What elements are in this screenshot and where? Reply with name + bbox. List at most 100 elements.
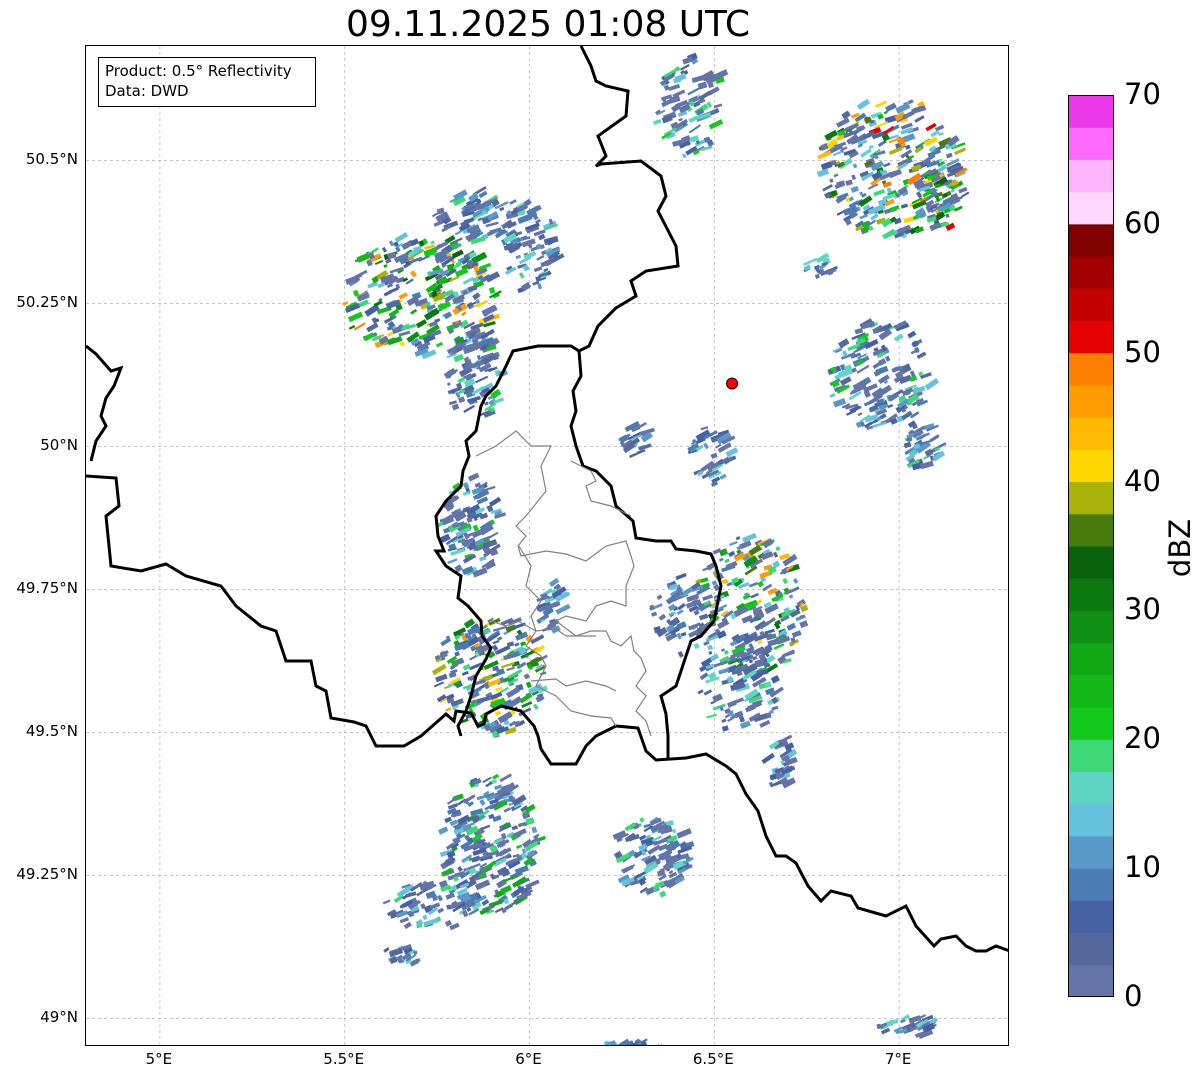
radar-map[interactable] xyxy=(85,45,1009,1046)
echo-pixel xyxy=(708,119,724,130)
echo-pixel xyxy=(651,611,658,617)
colorbar-swatch xyxy=(1068,835,1114,869)
echo-pixel xyxy=(503,807,512,813)
colorbar-tick-label: 50 xyxy=(1124,334,1161,369)
colorbar-swatch xyxy=(1068,578,1114,611)
echo-pixel xyxy=(700,145,713,152)
echo-pixel xyxy=(399,340,406,347)
colorbar-swatch xyxy=(1068,95,1114,128)
echo-pixel xyxy=(513,622,526,630)
echo-pixel xyxy=(850,185,859,193)
echo-pixel xyxy=(403,921,412,930)
echo-pixel xyxy=(506,666,515,672)
echo-pixel xyxy=(759,719,771,728)
echo-pixel xyxy=(492,644,499,652)
echo-pixel xyxy=(537,283,543,290)
echo-pixel xyxy=(382,899,391,905)
echo-pixel xyxy=(492,625,507,632)
echo-pixel xyxy=(438,826,449,835)
echo-pixel xyxy=(653,118,662,126)
echo-pixel xyxy=(354,269,368,279)
map-title: 09.11.2025 01:08 UTC xyxy=(345,4,751,45)
echo-pixel xyxy=(647,844,661,855)
echo-pixel xyxy=(658,613,667,621)
echo-pixel xyxy=(883,162,891,168)
colorbar-swatch xyxy=(1068,449,1114,483)
echo-pixel xyxy=(504,903,514,911)
echo-pixel xyxy=(515,844,523,849)
echo-pixel xyxy=(748,544,762,556)
echo-pixel xyxy=(454,267,469,278)
lon-tick-label: 6°E xyxy=(515,1050,542,1068)
colorbar-swatch xyxy=(1068,868,1114,901)
echo-pixel xyxy=(443,685,449,690)
echo-pixel xyxy=(494,710,502,716)
echo-pixel xyxy=(448,671,457,679)
colorbar-swatch xyxy=(1068,964,1114,997)
echo-pixel xyxy=(457,866,463,873)
echo-pixel xyxy=(347,311,364,323)
colorbar-swatch xyxy=(1068,900,1114,934)
echo-pixel xyxy=(929,434,940,443)
lat-tick-label: 49.25°N xyxy=(16,865,78,884)
colorbar-swatch xyxy=(1068,417,1114,450)
echo-pixel xyxy=(509,199,517,205)
colorbar-swatch xyxy=(1068,481,1114,515)
lat-tick-label: 50°N xyxy=(40,436,78,455)
echo-pixel xyxy=(842,350,848,358)
echo-pixel xyxy=(903,441,912,449)
echo-pixel xyxy=(525,817,535,826)
colorbar-tick-label: 70 xyxy=(1124,77,1161,111)
echo-pixel xyxy=(520,641,527,647)
echo-pixel xyxy=(702,594,714,601)
echo-pixel xyxy=(884,355,891,362)
colorbar-swatch xyxy=(1068,739,1114,772)
echo-pixel xyxy=(461,311,467,316)
echo-pixel xyxy=(887,403,894,409)
echo-pixel xyxy=(523,673,530,680)
echo-pixel xyxy=(945,213,950,218)
radar-site-marker xyxy=(726,377,739,390)
echo-pixel xyxy=(900,203,909,209)
echo-pixel xyxy=(431,663,447,676)
echo-pixel xyxy=(445,707,452,712)
echo-pixel xyxy=(859,213,869,220)
colorbar-swatch xyxy=(1068,642,1114,676)
echo-pixel xyxy=(366,322,379,333)
echo-pixel xyxy=(383,946,390,953)
echo-pixel xyxy=(868,144,874,150)
echo-pixel xyxy=(515,254,521,260)
echo-pixel xyxy=(436,894,444,902)
echo-pixel xyxy=(381,246,388,253)
echo-pixel xyxy=(454,658,465,666)
colorbar-swatch xyxy=(1068,320,1114,354)
echo-pixel xyxy=(791,630,802,638)
echo-pixel xyxy=(703,689,713,696)
echo-pixel xyxy=(786,622,797,631)
echo-pixel xyxy=(841,110,851,120)
echo-pixel xyxy=(750,592,759,599)
echo-pixel xyxy=(433,681,445,688)
echo-pixel xyxy=(454,229,463,236)
echo-pixel xyxy=(723,649,729,656)
echo-pixel xyxy=(875,100,888,108)
echo-pixel xyxy=(857,412,863,417)
colorbar-swatch xyxy=(1068,384,1114,418)
echo-pixel xyxy=(856,364,870,374)
echo-pixel xyxy=(782,577,789,585)
echo-pixel xyxy=(902,110,915,120)
echo-pixel xyxy=(697,81,708,90)
echo-pixel xyxy=(856,98,871,110)
echo-pixel xyxy=(532,703,539,710)
echo-pixel xyxy=(877,374,890,385)
data-source-label: Data: DWD xyxy=(105,82,189,100)
colorbar-swatch xyxy=(1068,256,1114,289)
echo-pixel xyxy=(467,285,478,292)
echo-pixel xyxy=(719,473,727,480)
echo-pixel xyxy=(446,382,451,386)
echo-pixel xyxy=(639,817,645,823)
echo-pixel xyxy=(945,152,953,159)
colorbar-tick-label: 0 xyxy=(1124,979,1143,1013)
echo-pixel xyxy=(924,378,940,391)
echo-pixel xyxy=(814,273,820,279)
